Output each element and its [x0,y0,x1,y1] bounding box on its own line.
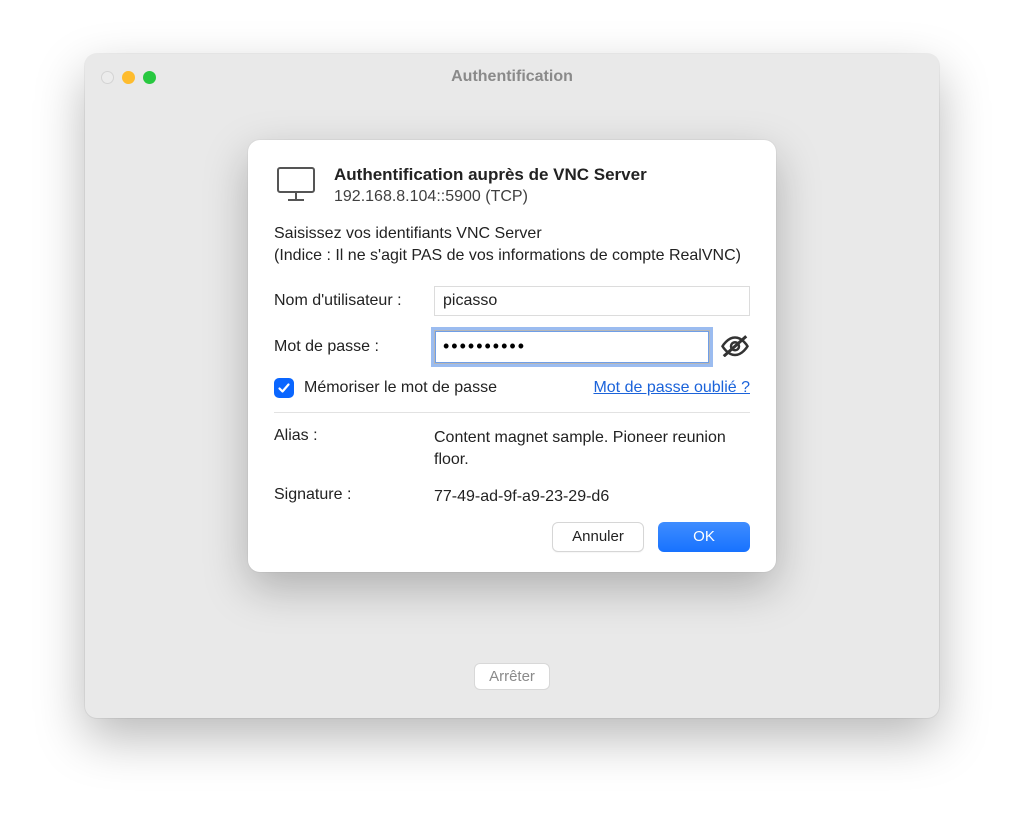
stop-button[interactable]: Arrêter [474,663,550,690]
username-row: Nom d'utilisateur : [274,286,750,316]
password-input[interactable] [434,330,710,364]
remember-password-label: Mémoriser le mot de passe [304,379,497,397]
monitor-icon [274,164,318,209]
dialog-title: Authentification auprès de VNC Server [334,164,750,186]
username-label: Nom d'utilisateur : [274,292,434,310]
signature-label: Signature : [274,486,434,508]
ok-button[interactable]: OK [658,522,750,552]
titlebar: Authentification [85,54,939,100]
divider [274,412,750,413]
alias-row: Alias : Content magnet sample. Pioneer r… [274,427,750,472]
eye-slash-icon [720,335,750,358]
close-window-button[interactable] [101,71,114,84]
zoom-window-button[interactable] [143,71,156,84]
alias-label: Alias : [274,427,434,472]
password-label: Mot de passe : [274,338,434,356]
alias-value: Content magnet sample. Pioneer reunion f… [434,427,750,472]
username-input[interactable] [434,286,750,316]
instructions-text: Saisissez vos identifiants VNC Server (I… [274,223,750,268]
traffic-lights [101,71,156,84]
auth-dialog: Authentification auprès de VNC Server 19… [248,140,776,572]
cancel-button[interactable]: Annuler [552,522,644,552]
window-title: Authentification [85,68,939,86]
dialog-header: Authentification auprès de VNC Server 19… [274,164,750,209]
password-row: Mot de passe : [274,330,750,364]
remember-row: Mémoriser le mot de passe Mot de passe o… [274,378,750,398]
dialog-buttons: Annuler OK [274,522,750,552]
toggle-password-visibility-button[interactable] [720,335,750,359]
remember-password-checkbox[interactable] [274,378,294,398]
signature-value: 77-49-ad-9f-a9-23-29-d6 [434,486,750,508]
minimize-window-button[interactable] [122,71,135,84]
signature-row: Signature : 77-49-ad-9f-a9-23-29-d6 [274,486,750,508]
check-icon [277,381,291,395]
forgot-password-link[interactable]: Mot de passe oublié ? [593,379,750,397]
dialog-subtitle: 192.168.8.104::5900 (TCP) [334,188,750,206]
